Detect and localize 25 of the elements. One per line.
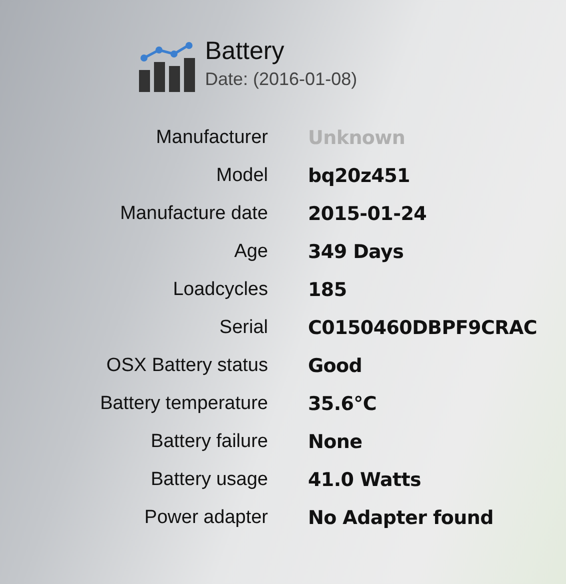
field-value: 41.0 Watts [308, 468, 422, 492]
field-label: Battery failure [150, 430, 268, 454]
field-label: Power adapter [143, 506, 268, 530]
field-label: Battery usage [150, 468, 268, 492]
field-value: 2015-01-24 [308, 202, 427, 226]
field-label: Manufacture date [119, 202, 268, 226]
field-label: Serial [218, 316, 268, 340]
field-label: Age [233, 240, 268, 264]
field-value: 349 Days [308, 240, 404, 264]
field-value: None [308, 430, 362, 454]
field-value: Good [308, 354, 362, 378]
field-label: Loadcycles [172, 278, 268, 302]
date-label: Date: (2016-01-08) [205, 68, 358, 91]
field-label: Model [215, 164, 268, 188]
field-value: C0150460DBPF9CRAC [308, 316, 537, 340]
field-value: 185 [308, 278, 347, 302]
field-value: Unknown [308, 126, 406, 150]
field-value: No Adapter found [308, 506, 494, 530]
field-value: bq20z451 [308, 164, 410, 188]
field-value: 35.6°C [308, 392, 377, 416]
field-label: Manufacturer [155, 126, 268, 150]
chart-icon [139, 42, 197, 92]
field-label: OSX Battery status [105, 354, 268, 378]
title: Battery [205, 38, 286, 66]
field-label: Battery temperature [99, 392, 268, 416]
